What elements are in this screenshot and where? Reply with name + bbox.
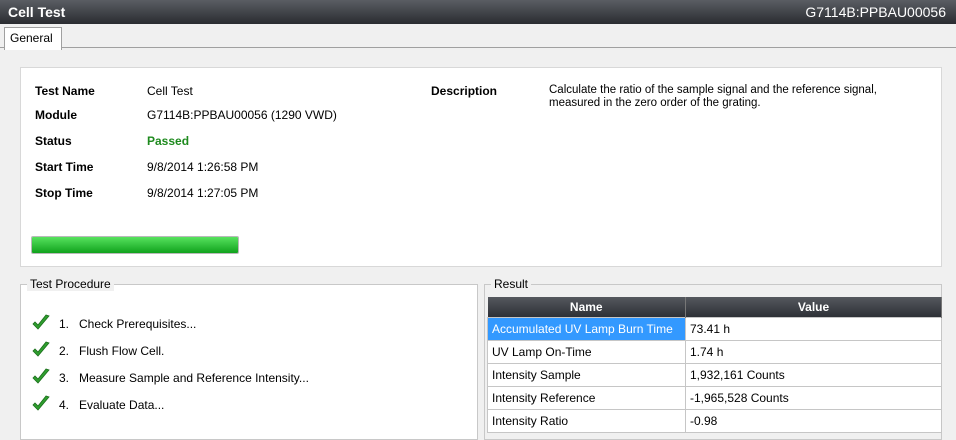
title-bar: Cell Test G7114B:PPBAU00056 <box>0 0 956 24</box>
description-label: Description <box>431 84 498 98</box>
column-header-value[interactable]: Value <box>685 297 942 318</box>
row-name-cell[interactable]: Accumulated UV Lamp Burn Time <box>487 317 686 341</box>
result-legend: Result <box>491 277 532 291</box>
step-label: Measure Sample and Reference Intensity..… <box>79 371 309 385</box>
table-row[interactable]: Intensity Reference -1,965,528 Counts <box>487 386 942 410</box>
row-name-cell[interactable]: Intensity Reference <box>487 386 686 410</box>
progress-fill <box>32 237 238 253</box>
result-header-row: Name Value <box>487 297 942 318</box>
window-title: Cell Test <box>8 4 66 20</box>
stop-time-value: 9/8/2014 1:27:05 PM <box>147 186 259 200</box>
row-value-cell[interactable]: -1,965,528 Counts <box>685 386 942 410</box>
test-procedure-legend: Test Procedure <box>27 277 114 291</box>
row-name-cell[interactable]: Intensity Ratio <box>487 409 686 433</box>
test-name-label: Test Name <box>35 84 95 98</box>
row-value-cell[interactable]: 73.41 h <box>685 317 942 341</box>
table-row[interactable]: UV Lamp On-Time 1.74 h <box>487 340 942 364</box>
result-group: Result Name Value Accumulated UV Lamp Bu… <box>484 277 942 440</box>
module-id: G7114B:PPBAU00056 <box>805 4 946 20</box>
module-value: G7114B:PPBAU00056 (1290 VWD) <box>147 108 337 122</box>
module-label: Module <box>35 108 77 122</box>
column-header-name[interactable]: Name <box>487 297 686 318</box>
stop-time-label: Stop Time <box>35 186 93 200</box>
step-number: 2. <box>59 344 70 358</box>
cell-test-window: Cell Test G7114B:PPBAU00056 General Test… <box>0 0 956 440</box>
tab-general[interactable]: General <box>4 27 62 50</box>
checkmark-icon <box>32 368 50 384</box>
test-name-value: Cell Test <box>147 84 193 98</box>
row-name-cell[interactable]: UV Lamp On-Time <box>487 340 686 364</box>
step-number: 3. <box>59 371 70 385</box>
step-label: Flush Flow Cell. <box>79 344 165 358</box>
row-name-cell[interactable]: Intensity Sample <box>487 363 686 387</box>
checkmark-icon <box>32 314 50 330</box>
checkmark-icon <box>32 395 50 411</box>
step-number: 1. <box>59 317 70 331</box>
table-row[interactable]: Intensity Ratio -0.98 <box>487 409 942 433</box>
result-table: Name Value Accumulated UV Lamp Burn Time… <box>487 297 942 433</box>
progress-bar <box>31 236 239 254</box>
test-procedure-group: Test Procedure 1. Check Prerequisites...… <box>20 277 478 440</box>
test-info-panel: Test Name Cell Test Module G7114B:PPBAU0… <box>20 67 942 267</box>
status-value: Passed <box>147 134 190 148</box>
checkmark-icon <box>32 341 50 357</box>
tab-strip: General <box>0 24 956 50</box>
row-value-cell[interactable]: -0.98 <box>685 409 942 433</box>
description-text: Calculate the ratio of the sample signal… <box>549 84 877 109</box>
table-row[interactable]: Accumulated UV Lamp Burn Time 73.41 h <box>487 317 942 341</box>
row-value-cell[interactable]: 1.74 h <box>685 340 942 364</box>
step-label: Evaluate Data... <box>79 398 165 412</box>
row-value-cell[interactable]: 1,932,161 Counts <box>685 363 942 387</box>
start-time-value: 9/8/2014 1:26:58 PM <box>147 160 259 174</box>
start-time-label: Start Time <box>35 160 94 174</box>
step-number: 4. <box>59 398 70 412</box>
step-label: Check Prerequisites... <box>79 317 197 331</box>
status-label: Status <box>35 134 72 148</box>
table-row[interactable]: Intensity Sample 1,932,161 Counts <box>487 363 942 387</box>
